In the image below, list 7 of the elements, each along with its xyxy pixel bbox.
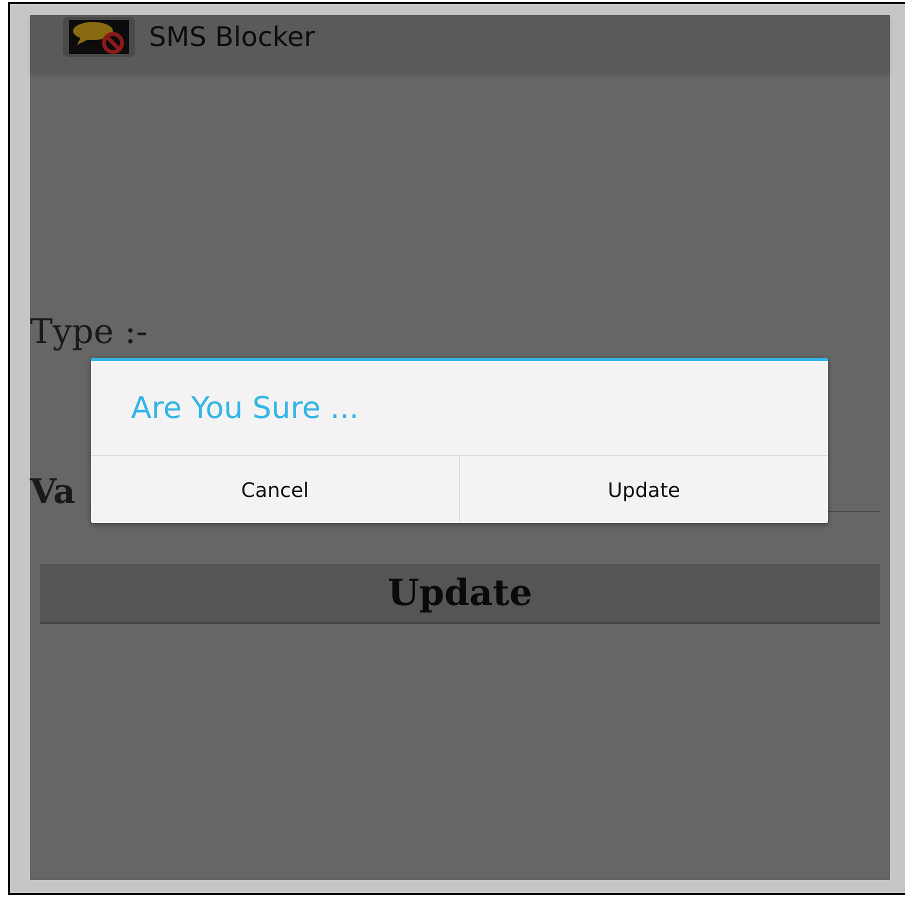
value-label: Va (30, 472, 76, 512)
dialog-title: Are You Sure ... (91, 361, 828, 456)
dialog-button[interactable]: Cancel (91, 456, 459, 523)
app-title: SMS Blocker (149, 22, 315, 53)
dialog-button[interactable]: Update (459, 456, 828, 523)
app-icon (63, 16, 135, 56)
type-label: Type :- (30, 312, 149, 352)
